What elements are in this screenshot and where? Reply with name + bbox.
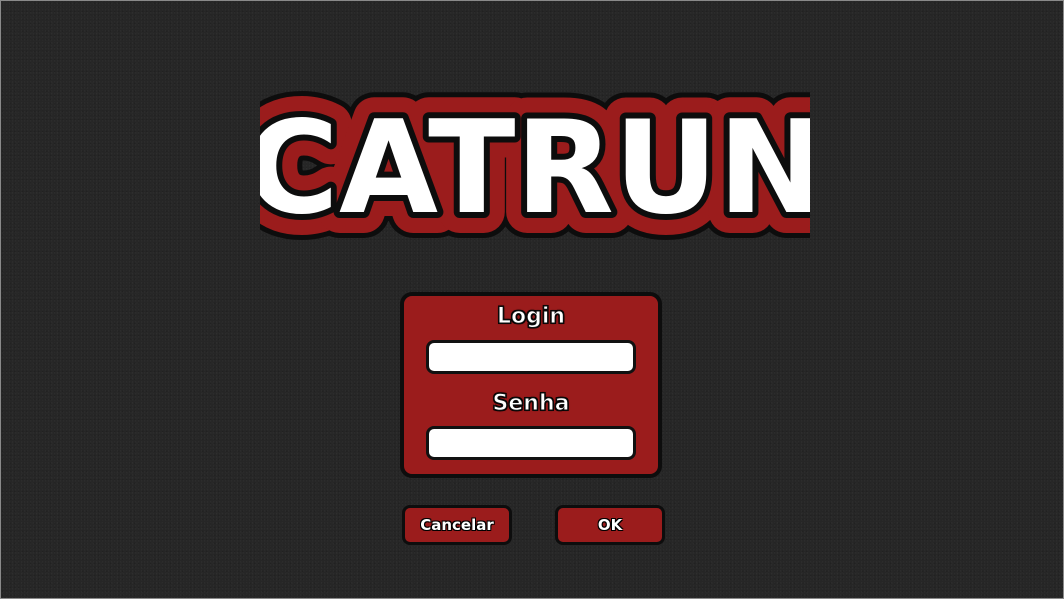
game-logo: CATRUN CATRUN CATRUN CATRUN [260,62,810,274]
login-input[interactable] [426,340,636,374]
logo-text: CATRUN [260,94,810,243]
cancel-button[interactable]: Cancelar [402,505,512,545]
password-input[interactable] [426,426,636,460]
ok-button[interactable]: OK [555,505,665,545]
login-panel: Login Senha [400,292,662,478]
login-label: Login [496,304,566,330]
password-label: Senha [492,391,570,417]
